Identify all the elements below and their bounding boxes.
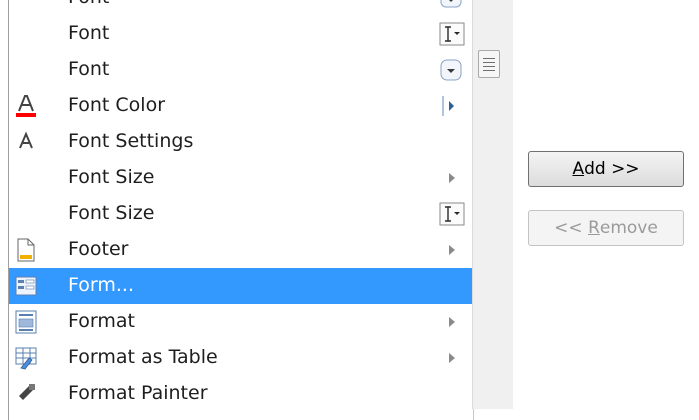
list-item-font-size-2[interactable]: Font Size	[9, 196, 473, 232]
list-item-font-3[interactable]: Font	[9, 52, 473, 88]
list-item-footer[interactable]: Footer	[9, 232, 473, 268]
list-item-font-2[interactable]: Font	[9, 16, 473, 52]
list-item-form[interactable]: Form...	[9, 268, 473, 304]
list-item-label: Footer	[68, 238, 129, 260]
list-item-label: Font Size	[68, 166, 155, 188]
remove-button-mnemonic: R	[588, 218, 600, 238]
remove-button-prefix: <<	[554, 218, 589, 238]
list-item-label: Font	[68, 22, 110, 44]
list-item-font-size-1[interactable]: Font Size	[9, 160, 473, 196]
list-item-format-painter[interactable]: Format Painter	[9, 376, 473, 412]
remove-button[interactable]: << Remove	[528, 210, 684, 246]
list-item-label: Format	[68, 310, 135, 332]
font-color-icon	[16, 95, 36, 117]
format-table-icon	[15, 347, 37, 370]
submenu-arrow-icon	[449, 353, 455, 363]
font-settings-icon	[19, 131, 33, 149]
list-item-label: Font Size	[68, 202, 155, 224]
split-arrow-icon	[442, 96, 454, 116]
submenu-arrow-icon	[449, 173, 455, 183]
add-button-mnemonic: A	[572, 159, 585, 179]
submenu-arrow-icon	[449, 245, 455, 255]
list-item-label: Font	[68, 58, 110, 80]
form-icon	[15, 276, 37, 296]
commands-list[interactable]: Font Font Font Font Color	[8, 0, 474, 420]
list-item-format-as-table[interactable]: Format as Table	[9, 340, 473, 376]
dropdown-arrow-icon	[440, 59, 462, 81]
list-item-label: Format as Table	[68, 346, 218, 368]
list-item-label: Form...	[68, 274, 134, 296]
list-grip-icon[interactable]	[478, 50, 500, 78]
remove-button-label: emove	[599, 218, 658, 238]
text-cursor-dropdown-icon	[439, 202, 465, 226]
list-item-format[interactable]: Format	[9, 304, 473, 340]
add-button-label: dd >>	[584, 159, 640, 179]
format-icon	[15, 310, 37, 334]
list-item-label: Font Settings	[68, 130, 194, 152]
dropdown-arrow-icon	[440, 0, 462, 8]
list-item-label: Format Painter	[68, 382, 208, 404]
format-painter-icon	[19, 384, 35, 400]
list-item-label: Font Color	[68, 94, 166, 116]
list-item-font-settings[interactable]: Font Settings	[9, 124, 473, 160]
list-item-font-color[interactable]: Font Color	[9, 88, 473, 124]
text-cursor-dropdown-icon	[439, 22, 465, 46]
add-button[interactable]: Add >>	[528, 151, 684, 187]
page-icon	[17, 238, 35, 262]
list-item-label: Font	[68, 0, 109, 8]
submenu-arrow-icon	[449, 317, 455, 327]
list-item-font-1[interactable]: Font	[9, 0, 473, 16]
